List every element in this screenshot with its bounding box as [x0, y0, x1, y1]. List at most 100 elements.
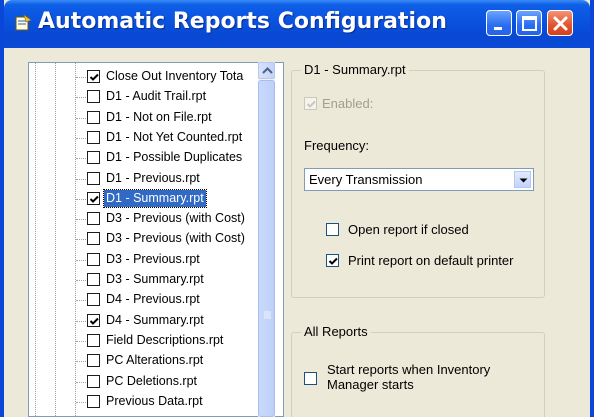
tree-item-checkbox[interactable] — [87, 151, 100, 165]
frequency-label: Frequency: — [304, 138, 370, 153]
tree-item-checkbox[interactable] — [87, 171, 100, 185]
scroll-thumb[interactable] — [258, 80, 275, 417]
minimize-button[interactable] — [486, 10, 512, 36]
tree-item-checkbox[interactable] — [87, 191, 100, 205]
tree-item-label: D3 - Previous (with Cost) — [106, 211, 245, 226]
tree-item-label: D1 - Audit Trail.rpt — [106, 89, 207, 104]
tree-item[interactable]: Close Out Inventory Tota — [29, 67, 269, 87]
tree-item-label: D4 - Previous.rpt — [106, 292, 200, 307]
tree-guide-line — [76, 137, 86, 139]
tree-scrollbar[interactable] — [258, 62, 275, 417]
check-icon — [328, 257, 338, 265]
check-icon — [89, 195, 99, 203]
frequency-select[interactable]: Every Transmission — [304, 168, 534, 191]
tree-item[interactable]: PC Deletions.rpt — [29, 372, 269, 392]
open-if-closed-checkbox[interactable] — [326, 223, 339, 236]
tree-item[interactable]: D1 - Previous.rpt — [29, 169, 269, 189]
tree-item-label: D1 - Previous.rpt — [106, 170, 200, 185]
tree-item-checkbox[interactable] — [87, 354, 100, 368]
start-reports-label-line2: Manager starts — [327, 377, 414, 392]
tree-guide-line — [76, 117, 86, 119]
tree-item-checkbox[interactable] — [87, 90, 100, 104]
chevron-down-icon — [519, 178, 528, 183]
tree-guide-line — [76, 97, 86, 99]
tree-item[interactable]: Previous Data.rpt — [29, 392, 269, 412]
tree-guide-line — [76, 77, 86, 78]
tree-item[interactable]: D1 - Summary.rpt — [29, 188, 269, 209]
tree-guide-line — [76, 401, 86, 403]
tree-guide-line — [76, 340, 86, 342]
tree-item-label: D1 - Possible Duplicates — [106, 150, 243, 165]
tree-item-label: D1 - Not on File.rpt — [106, 109, 212, 124]
close-button[interactable] — [547, 10, 573, 36]
maximize-button[interactable] — [516, 10, 542, 36]
tree-item-label: D4 - Summary.rpt — [106, 312, 204, 327]
report-icon — [14, 14, 32, 32]
tree-item[interactable]: D3 - Previous (with Cost) — [29, 209, 269, 229]
tree-item[interactable]: D1 - Audit Trail.rpt — [29, 87, 269, 107]
chevron-up-icon — [262, 67, 273, 74]
tree-guide-line — [76, 320, 86, 322]
tree-guide-line — [76, 158, 86, 160]
check-icon — [89, 73, 99, 81]
tree-item-checkbox[interactable] — [87, 293, 100, 307]
tree-item[interactable]: Field Descriptions.rpt — [29, 331, 269, 351]
tree-guide-line — [76, 198, 86, 200]
tree-item-label: D3 - Previous.rpt — [106, 251, 200, 266]
tree-guide-line — [76, 280, 86, 281]
tree-guide-line — [76, 361, 86, 363]
tree-item[interactable]: D1 - Possible Duplicates — [29, 148, 269, 168]
tree-guide-line — [76, 381, 86, 383]
tree-item[interactable]: PC Alterations.rpt — [29, 351, 269, 371]
tree-item-label: Field Descriptions.rpt — [106, 332, 224, 347]
tree-item-label: D1 - Summary.rpt — [103, 188, 207, 208]
open-if-closed-label: Open report if closed — [348, 222, 469, 237]
tree-item-checkbox[interactable] — [87, 374, 100, 388]
minimize-icon — [494, 27, 502, 30]
tree-item-label: D3 - Summary.rpt — [106, 272, 204, 286]
print-default-checkbox[interactable] — [326, 254, 339, 267]
tree-item-checkbox[interactable] — [87, 130, 100, 144]
tree-item[interactable]: D3 - Previous.rpt — [29, 250, 269, 270]
frequency-value: Every Transmission — [309, 172, 423, 187]
tree-item[interactable]: D3 - Summary.rpt — [29, 270, 269, 290]
start-reports-checkbox[interactable] — [304, 372, 317, 385]
tree-guide-line — [76, 259, 86, 261]
start-reports-label-line1: Start reports when Inventory — [327, 362, 491, 377]
check-icon — [89, 317, 99, 325]
tree-item-checkbox[interactable] — [87, 212, 100, 226]
tree-item-checkbox[interactable] — [87, 333, 100, 347]
tree-item[interactable]: D1 - Not on File.rpt — [29, 108, 269, 128]
title-bar[interactable]: Automatic Reports Configuration — [4, 0, 590, 48]
tree-item-checkbox[interactable] — [87, 110, 100, 124]
dropdown-button[interactable] — [514, 171, 531, 188]
tree-item[interactable]: D4 - Summary.rpt — [29, 311, 269, 331]
tree-item[interactable]: D1 - Not Yet Counted.rpt — [29, 128, 269, 148]
report-group-title: D1 - Summary.rpt — [301, 62, 409, 77]
tree-guide-line — [76, 300, 86, 302]
grip-icon — [264, 311, 271, 319]
tree-item-checkbox[interactable] — [87, 273, 100, 286]
tree-item-label: PC Alterations.rpt — [106, 353, 204, 368]
automatic-reports-window: Automatic Reports Configuration Close Ou… — [0, 0, 594, 417]
maximize-icon — [522, 16, 537, 31]
tree-item-checkbox[interactable] — [87, 252, 100, 266]
tree-item[interactable]: D3 - Previous (with Cost) — [29, 229, 269, 249]
tree-item-label: Previous Data.rpt — [106, 393, 203, 408]
tree-guide-line — [76, 178, 86, 180]
enabled-label: Enabled: — [322, 96, 374, 111]
tree-item-checkbox[interactable] — [87, 70, 100, 83]
tree-item[interactable]: D4 - Previous.rpt — [29, 290, 269, 310]
scroll-up-button[interactable] — [258, 62, 275, 79]
window-title: Automatic Reports Configuration — [38, 9, 447, 34]
print-default-label: Print report on default printer — [348, 253, 514, 268]
enabled-checkbox[interactable] — [304, 97, 317, 110]
tree-item-label: D3 - Previous (with Cost) — [106, 231, 245, 246]
tree-item-checkbox[interactable] — [87, 394, 100, 408]
close-icon — [553, 16, 568, 31]
tree-item-label: D1 - Not Yet Counted.rpt — [106, 129, 243, 144]
tree-item-checkbox[interactable] — [87, 313, 100, 327]
tree-item-checkbox[interactable] — [87, 232, 100, 246]
tree-guide-line — [76, 239, 86, 241]
report-tree[interactable]: Close Out Inventory Tota D1 - Audit Trail… — [28, 62, 284, 417]
